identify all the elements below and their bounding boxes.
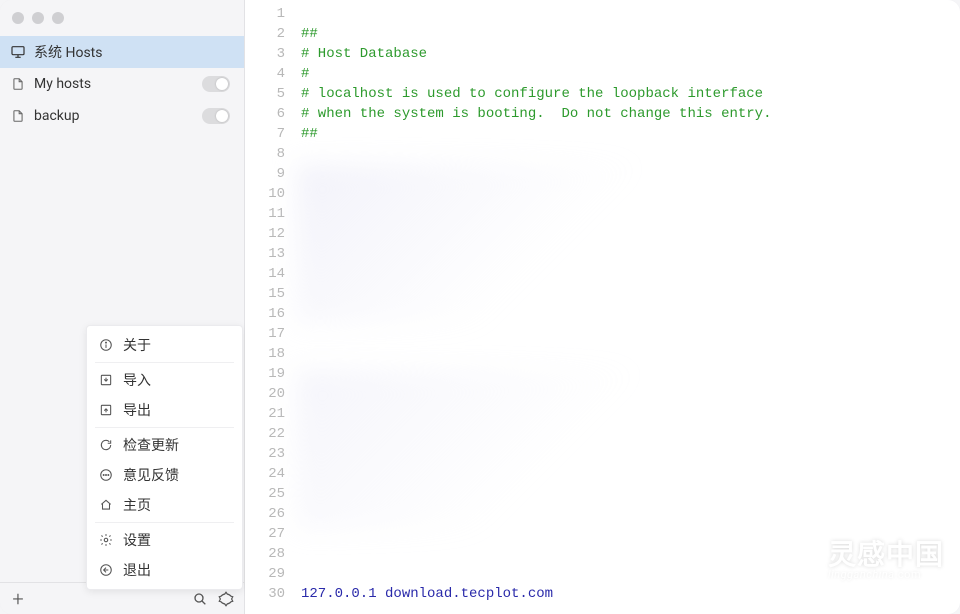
refresh-icon — [99, 438, 113, 452]
menu-item-label: 意见反馈 — [123, 465, 179, 485]
code-line: # when the system is booting. Do not cha… — [301, 104, 960, 124]
menu-item-chat[interactable]: 意见反馈 — [87, 460, 242, 490]
code-line: ## — [301, 24, 960, 44]
line-number: 3 — [245, 44, 295, 64]
menu-item-logout[interactable]: 退出 — [87, 555, 242, 585]
blurred-region — [297, 164, 717, 324]
info-icon — [99, 338, 113, 352]
code-line — [301, 544, 960, 564]
traffic-zoom[interactable] — [52, 12, 64, 24]
menu-separator — [95, 522, 234, 523]
line-number: 7 — [245, 124, 295, 144]
import-icon — [99, 373, 113, 387]
line-number: 27 — [245, 524, 295, 544]
menu-item-label: 设置 — [123, 530, 151, 550]
toggle-switch[interactable] — [202, 108, 230, 124]
code-line — [301, 144, 960, 164]
line-number: 5 — [245, 84, 295, 104]
menu-separator — [95, 362, 234, 363]
sidebar-item-label: 系统 Hosts — [34, 42, 230, 62]
code-line — [301, 324, 960, 344]
app-window: 系统 Hosts My hosts backup 关于导入导出检查更新意见反馈主页设… — [0, 0, 960, 614]
chat-icon — [99, 468, 113, 482]
line-number: 6 — [245, 104, 295, 124]
code-line: ## — [301, 124, 960, 144]
line-number: 1 — [245, 4, 295, 24]
blurred-region — [297, 370, 717, 530]
toggle-switch[interactable] — [202, 76, 230, 92]
line-number: 8 — [245, 144, 295, 164]
line-number: 23 — [245, 444, 295, 464]
line-number: 9 — [245, 164, 295, 184]
line-number: 20 — [245, 384, 295, 404]
line-number: 12 — [245, 224, 295, 244]
code-line: 127.0.0.1 download.tecplot.com — [301, 584, 960, 604]
menu-item-label: 退出 — [123, 560, 151, 580]
line-number: 28 — [245, 544, 295, 564]
line-number: 30 — [245, 584, 295, 604]
line-number: 29 — [245, 564, 295, 584]
titlebar — [0, 0, 244, 36]
gear-icon — [99, 533, 113, 547]
editor[interactable]: 1234567891011121314151617181920212223242… — [245, 0, 960, 614]
sidebar-item-label: My hosts — [34, 76, 194, 92]
sidebar-items: 系统 Hosts My hosts backup — [0, 36, 244, 132]
line-number: 19 — [245, 364, 295, 384]
menu-item-label: 导入 — [123, 370, 151, 390]
add-button[interactable]: + — [8, 589, 28, 609]
code-line — [301, 564, 960, 584]
code-line: # Host Database — [301, 44, 960, 64]
menu-item-export[interactable]: 导出 — [87, 395, 242, 425]
home-icon — [99, 498, 113, 512]
sidebar-item-label: backup — [34, 108, 194, 124]
menu-separator — [95, 427, 234, 428]
sidebar: 系统 Hosts My hosts backup 关于导入导出检查更新意见反馈主页设… — [0, 0, 245, 614]
sidebar-item-1[interactable]: My hosts — [0, 68, 244, 100]
menu-item-refresh[interactable]: 检查更新 — [87, 430, 242, 460]
line-number: 26 — [245, 504, 295, 524]
menu-item-label: 导出 — [123, 400, 151, 420]
search-button[interactable] — [190, 589, 210, 609]
sidebar-item-0[interactable]: 系统 Hosts — [0, 36, 244, 68]
code-line — [301, 4, 960, 24]
file-icon — [10, 76, 26, 92]
line-number: 24 — [245, 464, 295, 484]
line-number: 21 — [245, 404, 295, 424]
menu-item-info[interactable]: 关于 — [87, 330, 242, 360]
line-number: 22 — [245, 424, 295, 444]
more-button[interactable] — [216, 589, 236, 609]
line-number: 14 — [245, 264, 295, 284]
line-number: 16 — [245, 304, 295, 324]
file-icon — [10, 108, 26, 124]
line-number: 4 — [245, 64, 295, 84]
menu-item-import[interactable]: 导入 — [87, 365, 242, 395]
code-line: # localhost is used to configure the loo… — [301, 84, 960, 104]
line-number: 10 — [245, 184, 295, 204]
line-number: 17 — [245, 324, 295, 344]
line-number: 25 — [245, 484, 295, 504]
menu-item-label: 检查更新 — [123, 435, 179, 455]
line-number: 13 — [245, 244, 295, 264]
line-number: 2 — [245, 24, 295, 44]
menu-item-label: 主页 — [123, 495, 151, 515]
line-number: 11 — [245, 204, 295, 224]
menu-item-home[interactable]: 主页 — [87, 490, 242, 520]
traffic-close[interactable] — [12, 12, 24, 24]
editor-gutter: 1234567891011121314151617181920212223242… — [245, 0, 295, 614]
logout-icon — [99, 563, 113, 577]
sidebar-item-2[interactable]: backup — [0, 100, 244, 132]
menu-item-label: 关于 — [123, 335, 151, 355]
line-number: 15 — [245, 284, 295, 304]
code-line: # — [301, 64, 960, 84]
traffic-minimize[interactable] — [32, 12, 44, 24]
line-number: 18 — [245, 344, 295, 364]
code-line — [301, 344, 960, 364]
monitor-icon — [10, 44, 26, 60]
more-menu-popup: 关于导入导出检查更新意见反馈主页设置退出 — [86, 325, 243, 590]
export-icon — [99, 403, 113, 417]
menu-item-gear[interactable]: 设置 — [87, 525, 242, 555]
